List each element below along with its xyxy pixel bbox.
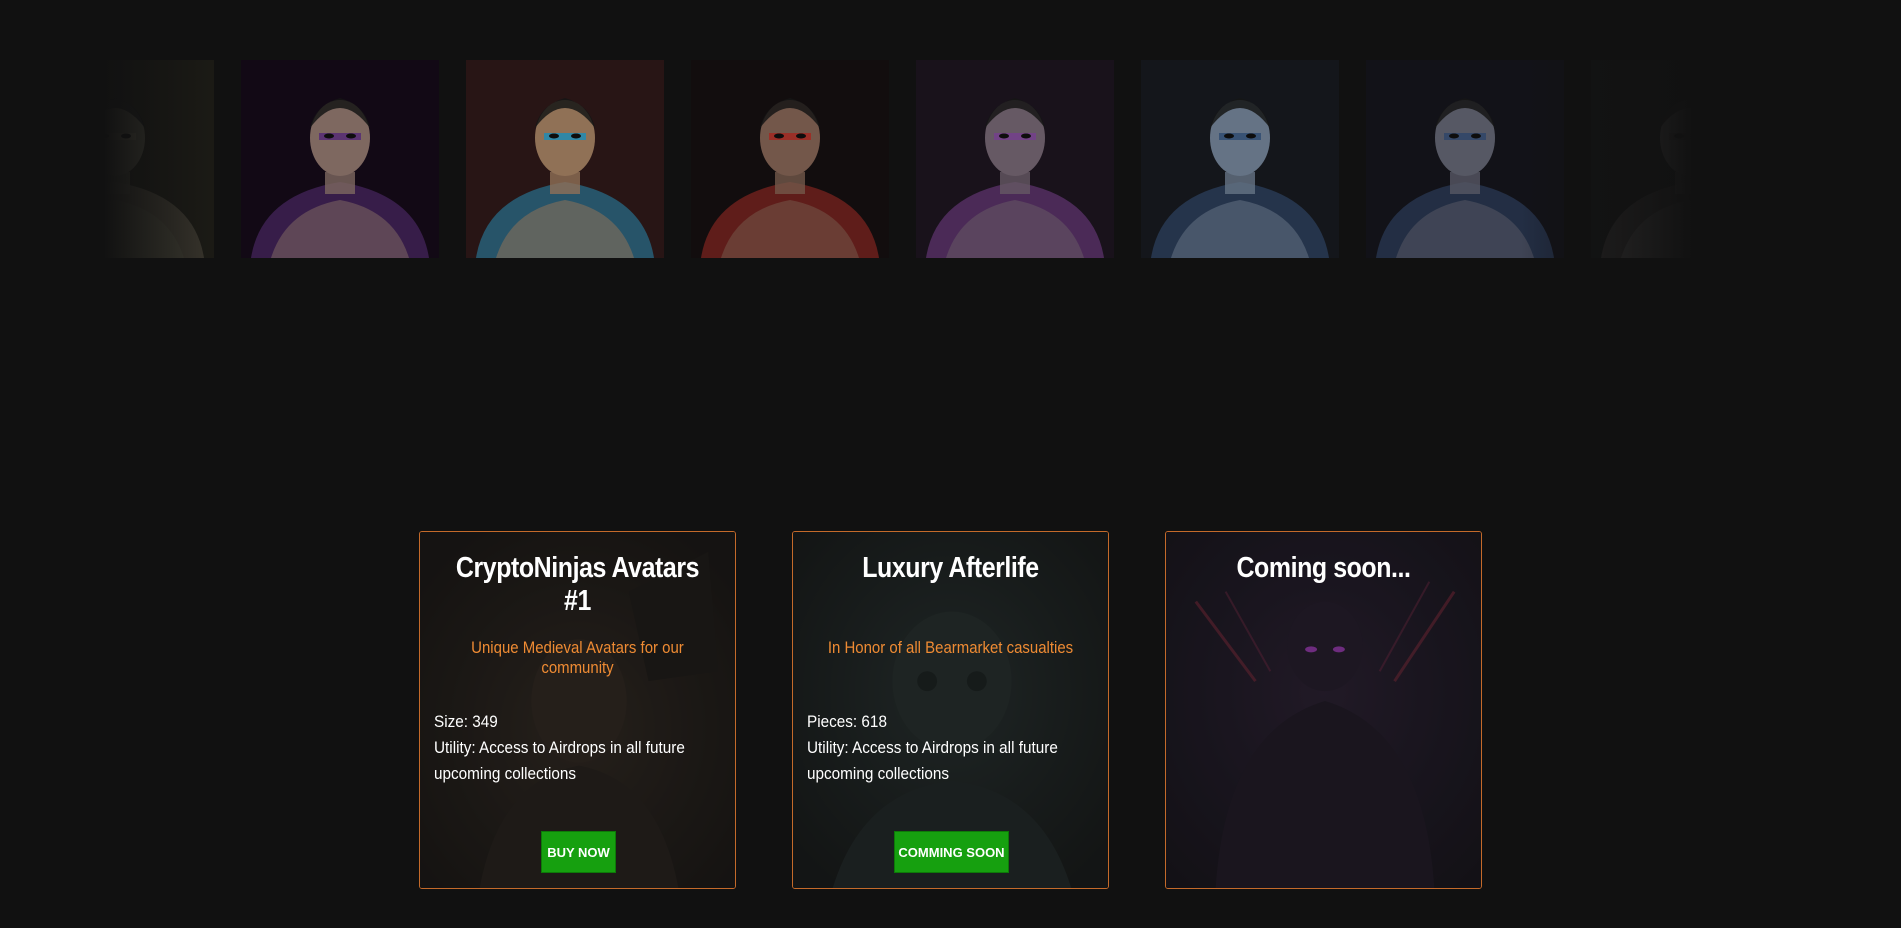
collection-card-cryptoninjas: CryptoNinjas Avatars #1 Unique Medieval … xyxy=(419,531,736,889)
card-title: CryptoNinjas Avatars #1 xyxy=(455,552,700,617)
card-size: Size: 349 xyxy=(434,712,498,731)
gallery-image xyxy=(916,60,1114,258)
card-details: Size: 349 Utility: Access to Airdrops in… xyxy=(434,709,704,787)
collection-card-luxury-afterlife: Luxury Afterlife In Honor of all Bearmar… xyxy=(792,531,1109,889)
card-details: Pieces: 618 Utility: Access to Airdrops … xyxy=(807,709,1077,787)
gallery-image xyxy=(16,60,214,258)
buy-now-button[interactable]: BUY NOW xyxy=(541,831,616,873)
comming-soon-button[interactable]: COMMING SOON xyxy=(894,831,1009,873)
collection-card-coming-soon: Coming soon... xyxy=(1165,531,1482,889)
avatar-carousel xyxy=(0,60,1901,258)
card-subtitle: In Honor of all Bearmarket casualties xyxy=(827,638,1074,657)
gallery-image xyxy=(691,60,889,258)
card-utility-cont: upcoming collections xyxy=(434,764,577,783)
gallery-image xyxy=(1141,60,1339,258)
card-utility: Utility: Access to Airdrops in all futur… xyxy=(807,738,1058,757)
gallery-image xyxy=(241,60,439,258)
card-title: Coming soon... xyxy=(1236,552,1411,584)
card-title: Luxury Afterlife xyxy=(862,552,1039,584)
gallery-image xyxy=(1591,60,1789,258)
card-pieces: Pieces: 618 xyxy=(807,712,887,731)
gallery-image xyxy=(466,60,664,258)
card-utility-cont: upcoming collections xyxy=(807,764,950,783)
gallery-image xyxy=(1366,60,1564,258)
card-subtitle: Unique Medieval Avatars for our communit… xyxy=(471,638,684,677)
card-utility: Utility: Access to Airdrops in all futur… xyxy=(434,738,685,757)
